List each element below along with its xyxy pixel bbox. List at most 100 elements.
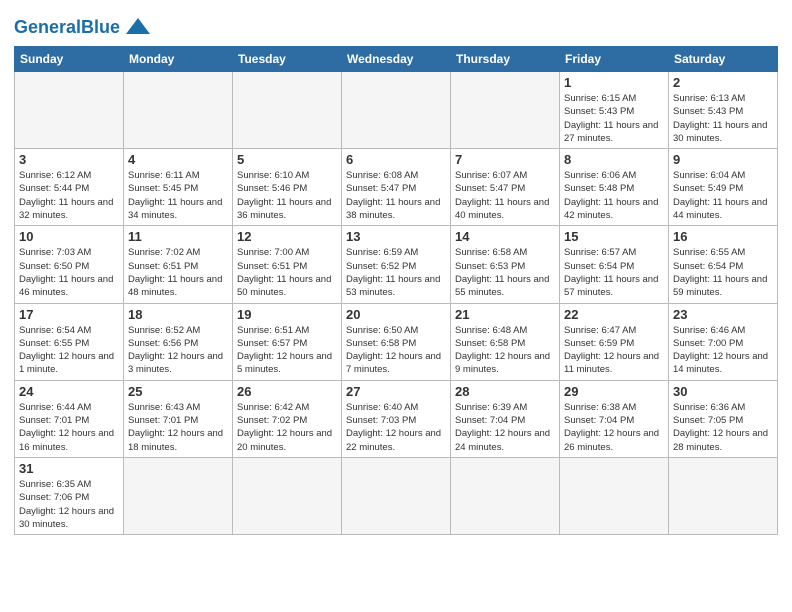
day-info: Sunrise: 6:42 AM Sunset: 7:02 PM Dayligh… [237, 401, 337, 454]
day-info: Sunrise: 6:07 AM Sunset: 5:47 PM Dayligh… [455, 169, 555, 222]
day-number: 12 [237, 229, 337, 244]
day-number: 1 [564, 75, 664, 90]
calendar-cell [15, 72, 124, 149]
day-number: 8 [564, 152, 664, 167]
day-info: Sunrise: 6:35 AM Sunset: 7:06 PM Dayligh… [19, 478, 119, 531]
day-info: Sunrise: 6:38 AM Sunset: 7:04 PM Dayligh… [564, 401, 664, 454]
calendar-cell: 19 Sunrise: 6:51 AM Sunset: 6:57 PM Dayli… [233, 303, 342, 380]
calendar-cell: 13Sunrise: 6:59 AM Sunset: 6:52 PM Dayli… [342, 226, 451, 303]
day-info: Sunrise: 6:50 AM Sunset: 6:58 PM Dayligh… [346, 324, 446, 377]
calendar-cell [342, 457, 451, 534]
calendar-header-row: SundayMondayTuesdayWednesdayThursdayFrid… [15, 47, 778, 72]
calendar-cell [233, 457, 342, 534]
day-number: 2 [673, 75, 773, 90]
calendar-cell: 4 Sunrise: 6:11 AM Sunset: 5:45 PM Daylig… [124, 149, 233, 226]
day-info: Sunrise: 7:02 AM Sunset: 6:51 PM Dayligh… [128, 246, 228, 299]
calendar-cell: 15 Sunrise: 6:57 AM Sunset: 6:54 PM Dayli… [560, 226, 669, 303]
calendar-cell: 11 Sunrise: 7:02 AM Sunset: 6:51 PM Dayli… [124, 226, 233, 303]
calendar-cell: 25 Sunrise: 6:43 AM Sunset: 7:01 PM Dayli… [124, 380, 233, 457]
day-number: 22 [564, 307, 664, 322]
calendar-cell [124, 72, 233, 149]
calendar-cell [451, 457, 560, 534]
calendar-cell: 7 Sunrise: 6:07 AM Sunset: 5:47 PM Daylig… [451, 149, 560, 226]
calendar-cell: 16 Sunrise: 6:55 AM Sunset: 6:54 PM Dayli… [669, 226, 778, 303]
day-number: 9 [673, 152, 773, 167]
calendar-table: SundayMondayTuesdayWednesdayThursdayFrid… [14, 46, 778, 535]
calendar-cell [124, 457, 233, 534]
day-number: 21 [455, 307, 555, 322]
logo-text: GeneralBlue [14, 18, 120, 38]
calendar-cell: 30 Sunrise: 6:36 AM Sunset: 7:05 PM Dayli… [669, 380, 778, 457]
calendar-cell [451, 72, 560, 149]
day-info: Sunrise: 7:00 AM Sunset: 6:51 PM Dayligh… [237, 246, 337, 299]
day-number: 5 [237, 152, 337, 167]
day-number: 25 [128, 384, 228, 399]
calendar-cell: 23Sunrise: 6:46 AM Sunset: 7:00 PM Dayli… [669, 303, 778, 380]
day-number: 27 [346, 384, 446, 399]
day-info: Sunrise: 6:51 AM Sunset: 6:57 PM Dayligh… [237, 324, 337, 377]
calendar-cell [669, 457, 778, 534]
day-info: Sunrise: 6:36 AM Sunset: 7:05 PM Dayligh… [673, 401, 773, 454]
calendar-cell: 27 Sunrise: 6:40 AM Sunset: 7:03 PM Dayli… [342, 380, 451, 457]
day-info: Sunrise: 6:04 AM Sunset: 5:49 PM Dayligh… [673, 169, 773, 222]
day-number: 15 [564, 229, 664, 244]
day-number: 6 [346, 152, 446, 167]
calendar-week-row: 24Sunrise: 6:44 AM Sunset: 7:01 PM Dayli… [15, 380, 778, 457]
calendar-cell: 18 Sunrise: 6:52 AM Sunset: 6:56 PM Dayli… [124, 303, 233, 380]
day-info: Sunrise: 6:43 AM Sunset: 7:01 PM Dayligh… [128, 401, 228, 454]
logo: GeneralBlue [14, 14, 152, 42]
calendar-cell: 22Sunrise: 6:47 AM Sunset: 6:59 PM Dayli… [560, 303, 669, 380]
day-info: Sunrise: 6:06 AM Sunset: 5:48 PM Dayligh… [564, 169, 664, 222]
day-number: 31 [19, 461, 119, 476]
header: GeneralBlue [14, 10, 778, 42]
calendar-cell: 21 Sunrise: 6:48 AM Sunset: 6:58 PM Dayli… [451, 303, 560, 380]
day-number: 30 [673, 384, 773, 399]
day-number: 20 [346, 307, 446, 322]
header-friday: Friday [560, 47, 669, 72]
day-number: 18 [128, 307, 228, 322]
day-info: Sunrise: 6:59 AM Sunset: 6:52 PM Dayligh… [346, 246, 446, 299]
day-info: Sunrise: 6:52 AM Sunset: 6:56 PM Dayligh… [128, 324, 228, 377]
day-info: Sunrise: 6:13 AM Sunset: 5:43 PM Dayligh… [673, 92, 773, 145]
header-sunday: Sunday [15, 47, 124, 72]
day-number: 19 [237, 307, 337, 322]
logo-blue: Blue [81, 17, 120, 37]
day-info: Sunrise: 6:57 AM Sunset: 6:54 PM Dayligh… [564, 246, 664, 299]
day-number: 11 [128, 229, 228, 244]
day-number: 24 [19, 384, 119, 399]
calendar-cell: 8 Sunrise: 6:06 AM Sunset: 5:48 PM Daylig… [560, 149, 669, 226]
day-number: 17 [19, 307, 119, 322]
day-number: 4 [128, 152, 228, 167]
calendar-cell: 17Sunrise: 6:54 AM Sunset: 6:55 PM Dayli… [15, 303, 124, 380]
calendar-cell: 2 Sunrise: 6:13 AM Sunset: 5:43 PM Daylig… [669, 72, 778, 149]
day-number: 29 [564, 384, 664, 399]
day-info: Sunrise: 6:40 AM Sunset: 7:03 PM Dayligh… [346, 401, 446, 454]
day-number: 23 [673, 307, 773, 322]
day-info: Sunrise: 6:15 AM Sunset: 5:43 PM Dayligh… [564, 92, 664, 145]
logo-general: General [14, 17, 81, 37]
calendar-week-row: 31 Sunrise: 6:35 AM Sunset: 7:06 PM Dayli… [15, 457, 778, 534]
header-wednesday: Wednesday [342, 47, 451, 72]
day-number: 3 [19, 152, 119, 167]
day-number: 16 [673, 229, 773, 244]
day-number: 26 [237, 384, 337, 399]
day-info: Sunrise: 6:55 AM Sunset: 6:54 PM Dayligh… [673, 246, 773, 299]
day-info: Sunrise: 6:11 AM Sunset: 5:45 PM Dayligh… [128, 169, 228, 222]
day-info: Sunrise: 6:48 AM Sunset: 6:58 PM Dayligh… [455, 324, 555, 377]
day-info: Sunrise: 6:39 AM Sunset: 7:04 PM Dayligh… [455, 401, 555, 454]
day-info: Sunrise: 6:08 AM Sunset: 5:47 PM Dayligh… [346, 169, 446, 222]
day-number: 14 [455, 229, 555, 244]
calendar-cell: 12 Sunrise: 7:00 AM Sunset: 6:51 PM Dayli… [233, 226, 342, 303]
header-saturday: Saturday [669, 47, 778, 72]
day-info: Sunrise: 6:58 AM Sunset: 6:53 PM Dayligh… [455, 246, 555, 299]
calendar-week-row: 10Sunrise: 7:03 AM Sunset: 6:50 PM Dayli… [15, 226, 778, 303]
calendar-week-row: 17Sunrise: 6:54 AM Sunset: 6:55 PM Dayli… [15, 303, 778, 380]
calendar-cell: 10Sunrise: 7:03 AM Sunset: 6:50 PM Dayli… [15, 226, 124, 303]
calendar-cell [560, 457, 669, 534]
day-info: Sunrise: 7:03 AM Sunset: 6:50 PM Dayligh… [19, 246, 119, 299]
day-number: 7 [455, 152, 555, 167]
calendar-cell: 24Sunrise: 6:44 AM Sunset: 7:01 PM Dayli… [15, 380, 124, 457]
calendar-cell: 20 Sunrise: 6:50 AM Sunset: 6:58 PM Dayli… [342, 303, 451, 380]
day-info: Sunrise: 6:12 AM Sunset: 5:44 PM Dayligh… [19, 169, 119, 222]
calendar-cell: 26 Sunrise: 6:42 AM Sunset: 7:02 PM Dayli… [233, 380, 342, 457]
